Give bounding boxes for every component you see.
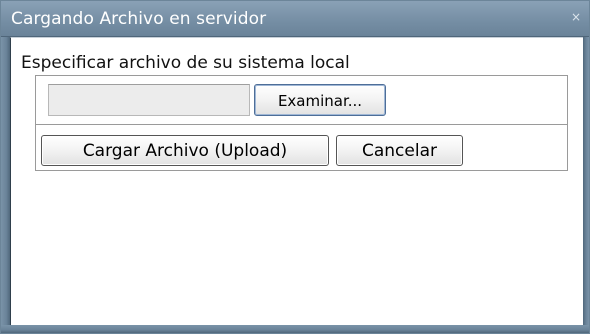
file-path-input[interactable] bbox=[48, 84, 250, 116]
upload-button[interactable]: Cargar Archivo (Upload) bbox=[41, 135, 329, 166]
browse-button[interactable]: Examinar... bbox=[254, 84, 386, 116]
dialog-title: Cargando Archivo en servidor bbox=[11, 9, 267, 29]
dialog-content: Especificar archivo de su sistema local … bbox=[10, 37, 583, 325]
instruction-label: Especificar archivo de su sistema local bbox=[21, 53, 350, 73]
dialog-titlebar[interactable]: Cargando Archivo en servidor × bbox=[1, 1, 589, 37]
upload-panel: Examinar... Cargar Archivo (Upload) Canc… bbox=[35, 75, 568, 171]
upload-dialog: Cargando Archivo en servidor × Especific… bbox=[0, 0, 590, 334]
action-buttons-row: Cargar Archivo (Upload) Cancelar bbox=[36, 124, 567, 170]
window-frame-bottom bbox=[1, 325, 589, 333]
cancel-button[interactable]: Cancelar bbox=[336, 135, 463, 166]
window-frame-left bbox=[1, 37, 10, 333]
window-frame-right bbox=[583, 37, 589, 333]
close-icon[interactable]: × bbox=[569, 10, 583, 24]
